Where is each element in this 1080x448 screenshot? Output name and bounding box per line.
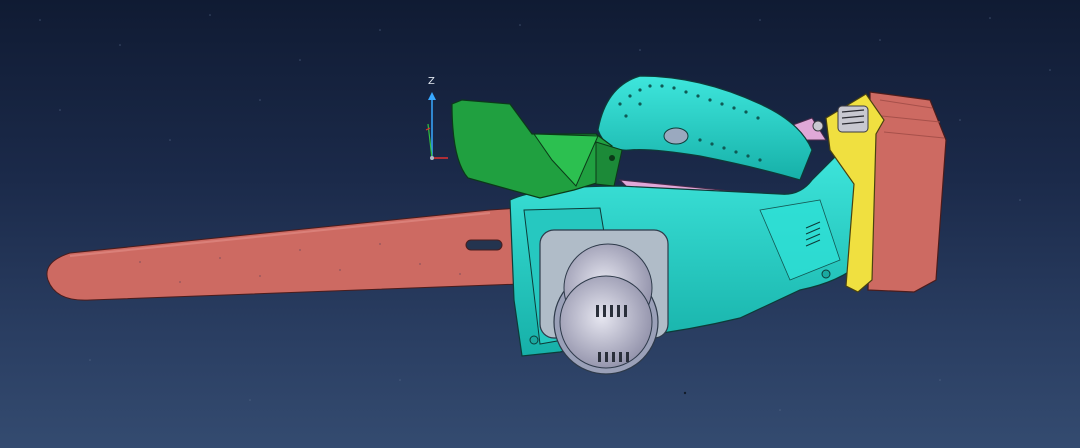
rear-handle[interactable]: [597, 75, 813, 181]
trigger-lock-icon: [663, 127, 689, 145]
z-axis-arrow-icon: [428, 92, 436, 100]
hinge-icon: [609, 155, 615, 161]
axis-triad[interactable]: [425, 92, 448, 160]
screw-icon: [821, 269, 831, 279]
3d-viewport[interactable]: Z: [0, 0, 1080, 448]
axis-origin-icon: [430, 156, 434, 160]
guide-bar-slot: [465, 239, 503, 251]
lock-knob-icon: [812, 120, 824, 132]
guide-bar[interactable]: [46, 207, 521, 301]
model-canvas[interactable]: [0, 0, 1080, 448]
z-axis-label: Z: [428, 76, 435, 87]
screw-icon: [529, 335, 539, 345]
front-hand-guard[interactable]: [451, 99, 623, 199]
